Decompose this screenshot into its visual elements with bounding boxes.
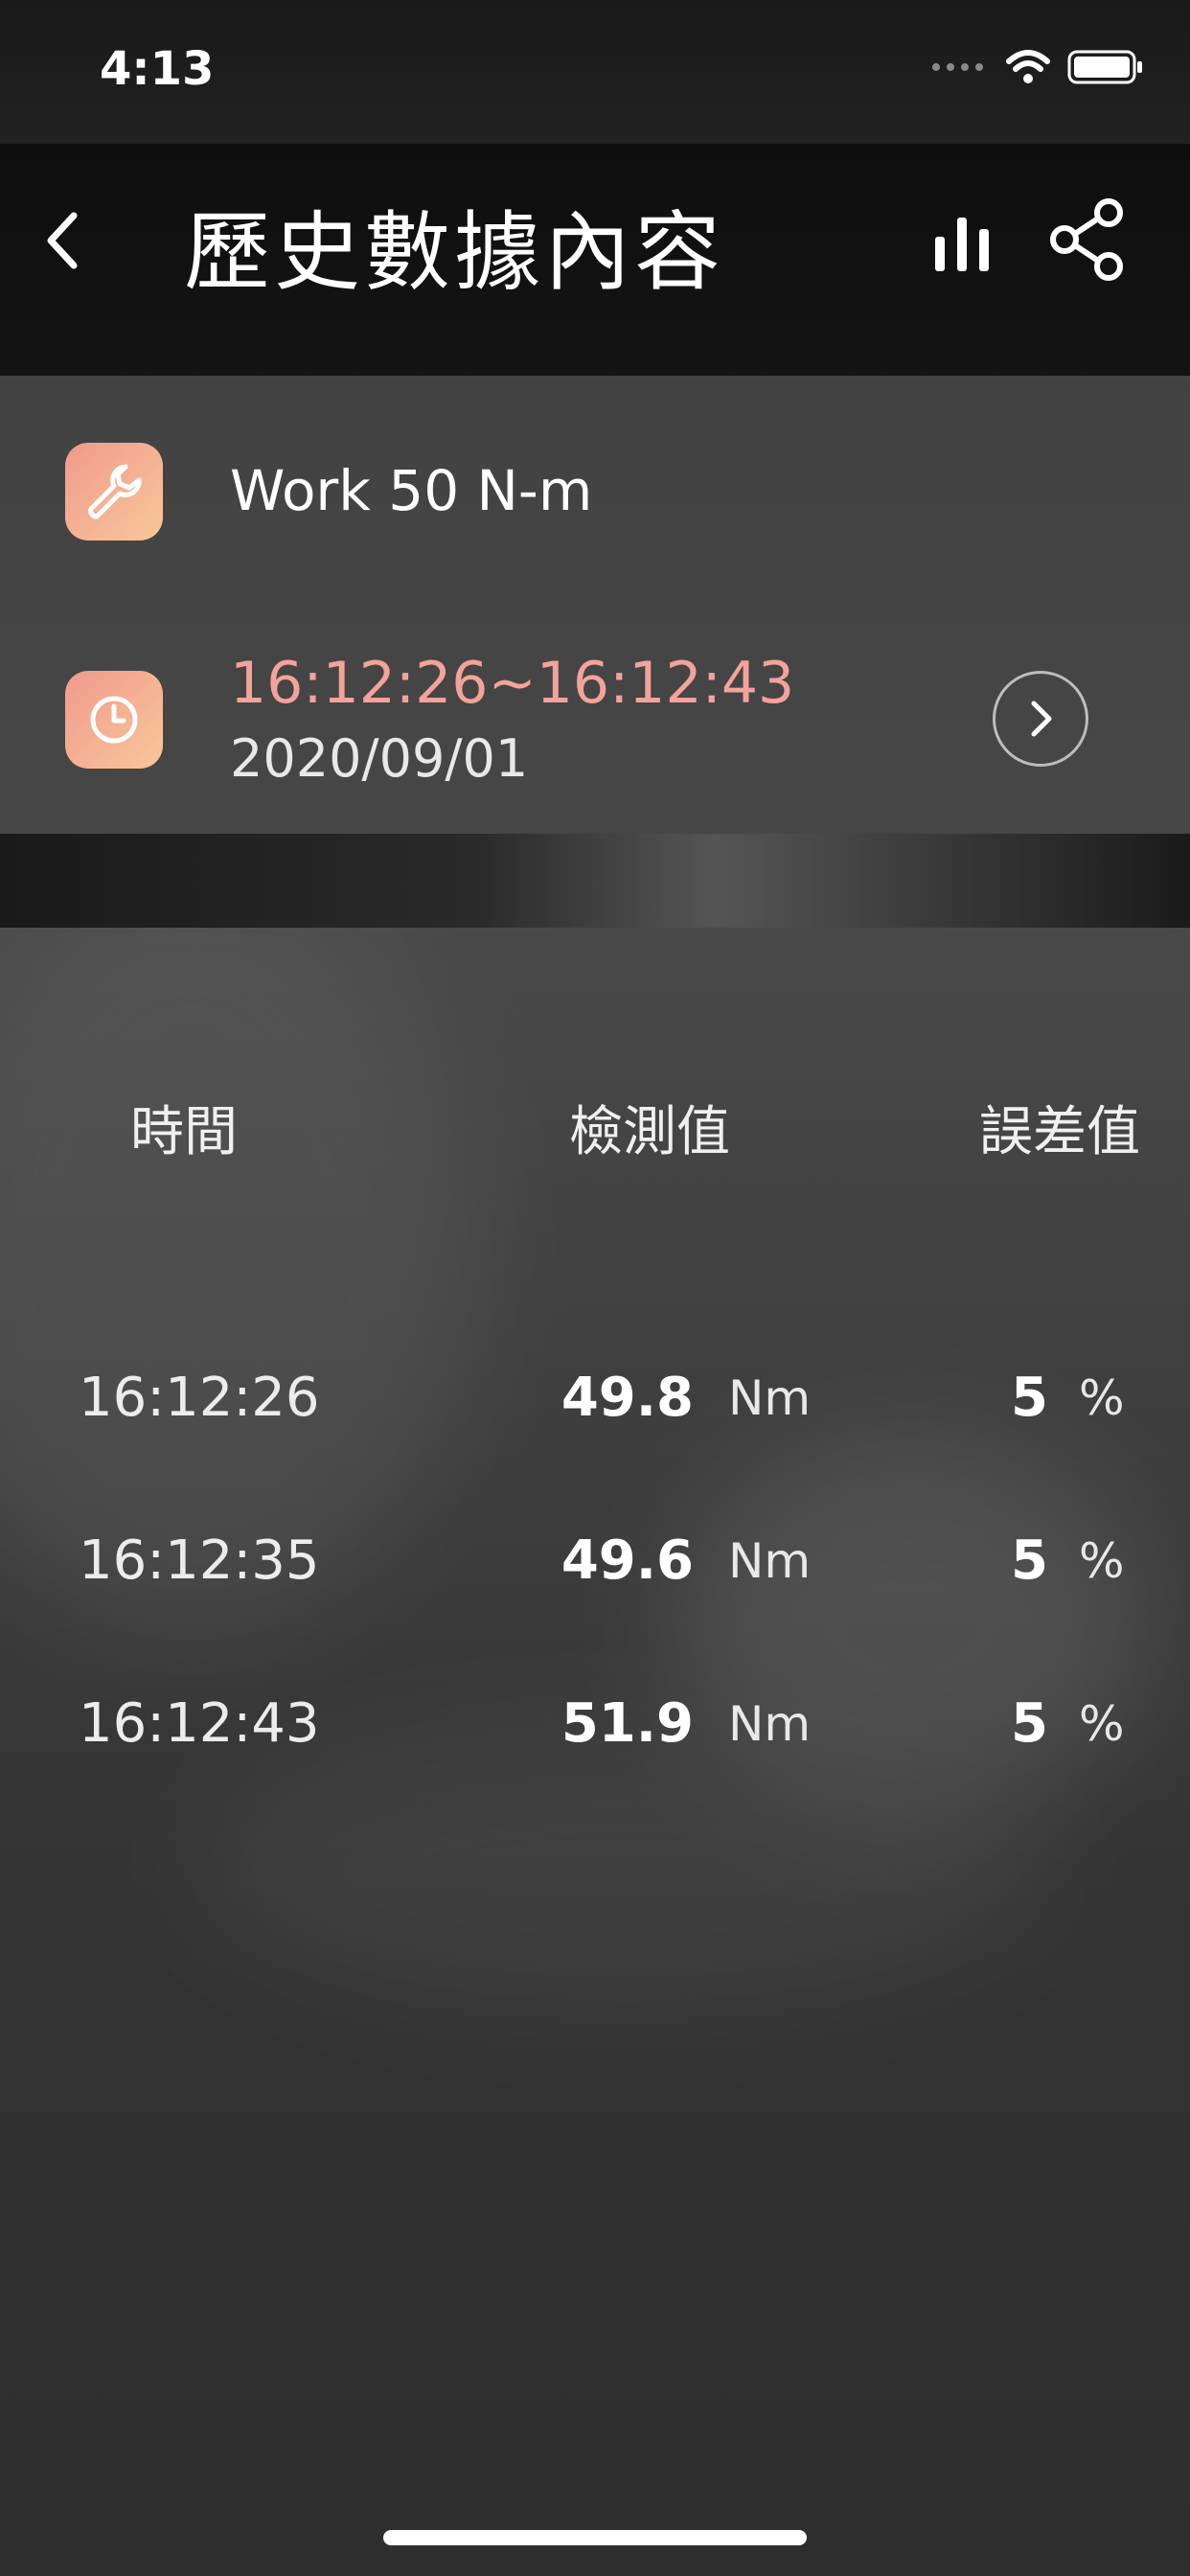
back-button[interactable] [29, 197, 96, 284]
status-icons [931, 50, 1144, 84]
row-unit: Nm [728, 1370, 812, 1426]
status-time: 4:13 [100, 42, 215, 96]
wifi-icon [1006, 50, 1050, 83]
row-time: 16:12:43 [79, 1692, 320, 1755]
row-value: 49.6 [561, 1530, 694, 1592]
clock-icon [90, 696, 138, 744]
chart-button[interactable] [924, 199, 1000, 286]
row-error: 5 [1011, 1530, 1048, 1592]
table-row: 16:12:26 49.8 Nm 5 % [0, 1367, 1190, 1462]
page-title: 歷史數據內容 [184, 202, 724, 303]
row-error-unit: % [1079, 1696, 1125, 1752]
signal-icon [932, 63, 983, 71]
row-time: 16:12:26 [79, 1367, 320, 1429]
header-error: 誤差值 [979, 1101, 1140, 1163]
row-error-unit: % [1079, 1533, 1125, 1589]
row-error: 5 [1011, 1367, 1048, 1429]
tool-name: Work 50 N-m [230, 458, 593, 523]
app-screen: 4:13 歷史數據內容 Work 50 N-m 16:12:26~16:12:4… [0, 0, 1190, 2576]
share-button[interactable] [1044, 192, 1131, 288]
share-icon [1050, 198, 1123, 281]
row-value: 49.8 [561, 1367, 694, 1429]
background-blur [0, 862, 479, 1629]
time-range: 16:12:26~16:12:43 [230, 650, 795, 717]
battery-icon [1067, 50, 1142, 84]
status-bar: 4:13 [0, 0, 1190, 144]
chevron-left-icon [47, 212, 78, 269]
row-unit: Nm [728, 1533, 812, 1589]
tool-icon-tile [65, 443, 163, 540]
background-strip [0, 834, 1190, 928]
row-unit: Nm [728, 1696, 812, 1752]
info-panel [0, 376, 1190, 834]
chevron-right-icon [1031, 701, 1052, 737]
header-value: 檢測值 [569, 1101, 730, 1163]
row-value: 51.9 [561, 1692, 694, 1755]
table-row: 16:12:43 51.9 Nm 5 % [0, 1692, 1190, 1788]
next-button[interactable] [993, 671, 1088, 767]
table-row: 16:12:35 49.6 Nm 5 % [0, 1530, 1190, 1625]
navigation-bar: 歷史數據內容 [0, 144, 1190, 376]
record-date: 2020/09/01 [230, 728, 529, 789]
row-time: 16:12:35 [79, 1530, 320, 1592]
row-error-unit: % [1079, 1370, 1125, 1426]
header-time: 時間 [130, 1101, 238, 1163]
home-indicator[interactable] [383, 2530, 807, 2545]
row-error: 5 [1011, 1692, 1048, 1755]
wrench-icon [88, 464, 142, 519]
bar-chart-icon [935, 218, 989, 271]
clock-icon-tile [65, 671, 163, 769]
